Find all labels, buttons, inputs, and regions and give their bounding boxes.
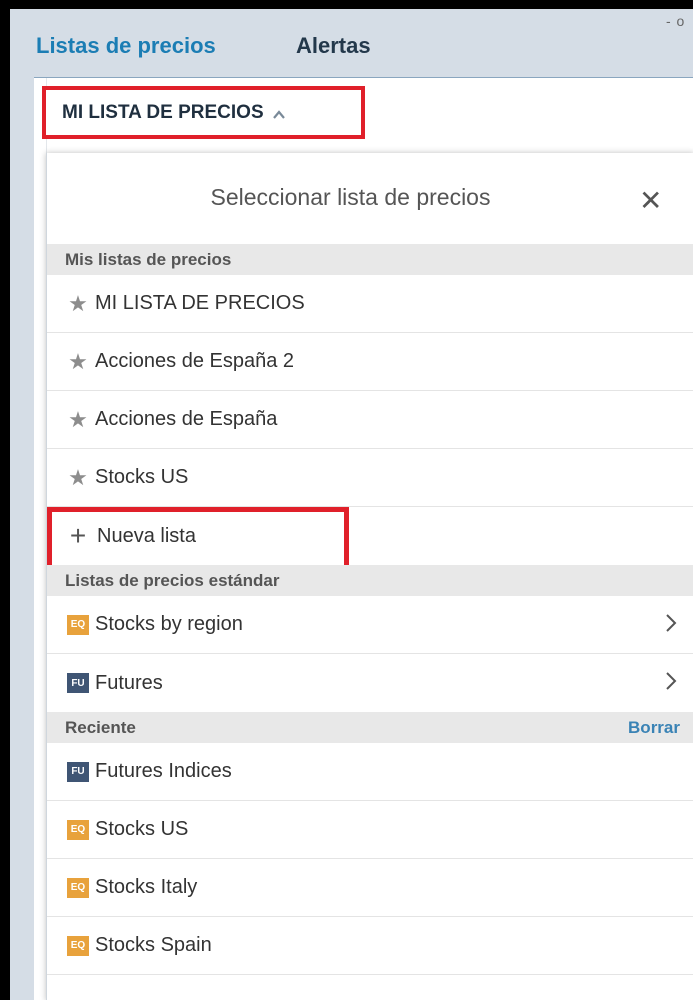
list-item[interactable]: EQ Stocks US — [47, 801, 693, 859]
section-my-lists-label: Mis listas de precios — [65, 250, 232, 269]
star-icon: ★ — [68, 290, 88, 316]
price-list-panel: MI LISTA DE PRECIOS Seleccionar lista de… — [34, 77, 693, 1000]
section-standard-lists-label: Listas de precios estándar — [65, 571, 280, 590]
eq-badge: EQ — [67, 877, 89, 898]
list-item[interactable]: ★ MI LISTA DE PRECIOS — [47, 275, 693, 333]
list-item[interactable]: FU Futures — [47, 654, 693, 712]
list-item-label: Stocks US — [95, 466, 189, 488]
chevron-right-icon — [664, 610, 678, 641]
list-item[interactable]: ★ Acciones de España 2 — [47, 333, 693, 391]
close-icon[interactable]: ✕ — [639, 184, 662, 217]
list-item[interactable]: EQ Stocks by region — [47, 596, 693, 654]
list-item-label: Stocks Spain — [95, 934, 212, 956]
list-item-label: Acciones de España — [95, 408, 278, 430]
list-item-label: Stocks by region — [95, 613, 243, 635]
top-tabs: Listas de precios Alertas - o — [10, 9, 693, 77]
section-standard-lists: Listas de precios estándar — [47, 565, 693, 596]
star-icon: ★ — [68, 464, 88, 490]
plus-icon: + — [69, 520, 87, 551]
list-item[interactable]: FU Futures Indices — [47, 743, 693, 801]
fu-badge: FU — [67, 761, 89, 782]
list-item[interactable]: ★ Stocks US — [47, 449, 693, 507]
new-list-label: Nueva lista — [97, 524, 196, 547]
chevron-up-icon — [272, 108, 286, 122]
eq-badge: EQ — [67, 614, 89, 635]
fu-badge: FU — [67, 673, 89, 693]
list-item-label: MI LISTA DE PRECIOS — [95, 292, 305, 314]
price-list-selector[interactable]: MI LISTA DE PRECIOS — [42, 86, 365, 139]
section-my-lists: Mis listas de precios — [47, 244, 693, 275]
window-control-mark: - o — [666, 13, 686, 29]
list-item[interactable]: ★ Acciones de España — [47, 391, 693, 449]
clear-recent-button[interactable]: Borrar — [628, 712, 680, 743]
new-list-button[interactable]: + Nueva lista — [47, 507, 693, 574]
list-item-label: Futures — [95, 671, 163, 694]
section-recent: Reciente Borrar — [47, 712, 693, 743]
select-price-list-dropdown: Seleccionar lista de precios ✕ Mis lista… — [46, 153, 693, 1000]
eq-badge: EQ — [67, 819, 89, 840]
section-recent-label: Reciente — [65, 718, 136, 737]
new-list-highlight — [47, 507, 349, 574]
list-item-label: Futures Indices — [95, 760, 232, 782]
selected-list-label: MI LISTA DE PRECIOS — [62, 101, 264, 123]
list-item[interactable]: EQ Stocks Italy — [47, 859, 693, 917]
chevron-right-icon — [664, 668, 678, 699]
list-item-label: Stocks Italy — [95, 876, 198, 898]
dropdown-header: Seleccionar lista de precios ✕ — [47, 153, 693, 244]
star-icon: ★ — [68, 348, 88, 374]
list-item-label: Stocks US — [95, 818, 189, 840]
list-item[interactable]: EQ Stocks Spain — [47, 917, 693, 975]
tab-price-lists[interactable]: Listas de precios — [36, 33, 216, 59]
dropdown-title: Seleccionar lista de precios — [210, 184, 491, 210]
star-icon: ★ — [68, 406, 88, 432]
tab-alerts[interactable]: Alertas — [296, 33, 371, 59]
list-item-label: Acciones de España 2 — [95, 350, 295, 372]
eq-badge: EQ — [67, 935, 89, 956]
watchlist-window: Listas de precios Alertas - o MI LISTA D… — [10, 9, 693, 1000]
